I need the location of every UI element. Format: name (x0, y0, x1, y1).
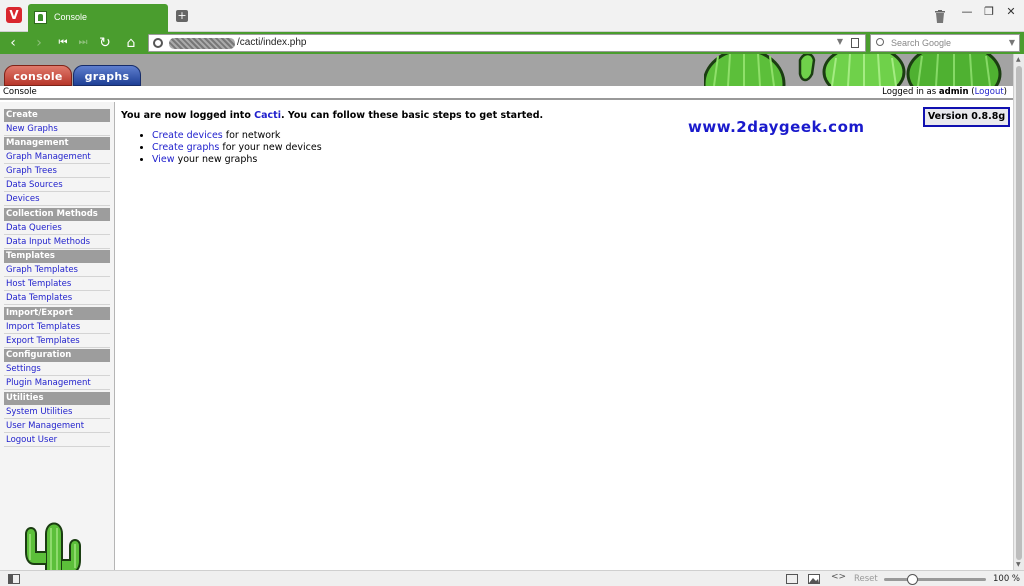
panel-toggle-icon[interactable] (8, 574, 20, 584)
fast-forward-icon[interactable]: ⏭ (74, 35, 92, 51)
url-history-dropdown-icon[interactable]: ▼ (837, 37, 843, 46)
create-devices-link[interactable]: Create devices (152, 130, 223, 141)
login-prefix: Logged in as (882, 87, 939, 97)
menu-header-management: Management (4, 137, 110, 150)
menu-item-settings[interactable]: Settings (4, 363, 110, 376)
cacti-header-art (704, 54, 1013, 86)
menu-item-user-management[interactable]: User Management (4, 420, 110, 433)
search-icon (876, 38, 884, 46)
step-text: for your new devices (219, 142, 322, 153)
scrollbar-thumb[interactable] (1016, 66, 1022, 560)
menu-item-system-utilities[interactable]: System Utilities (4, 406, 110, 419)
menu-item-graph-trees[interactable]: Graph Trees (4, 165, 110, 178)
images-toggle-icon[interactable] (808, 574, 820, 584)
back-arrow-icon[interactable]: ‹ (4, 35, 22, 51)
zoom-slider-track[interactable] (884, 578, 986, 581)
cacti-header: console graphs (0, 54, 1013, 86)
search-field[interactable]: Search Google ▼ (870, 34, 1020, 52)
browser-navbar: ‹ › ⏮ ⏭ ↻ ⌂ /cacti/index.php ▼ Search Go… (0, 32, 1024, 54)
login-username: admin (938, 87, 969, 97)
bookmark-icon[interactable] (851, 38, 859, 48)
scroll-down-arrow-icon[interactable]: ▼ (1016, 561, 1021, 568)
home-icon[interactable]: ⌂ (122, 35, 140, 51)
menu-header-create: Create (4, 109, 110, 122)
minimize-icon[interactable]: — (956, 4, 978, 20)
login-status: Logged in as admin (Logout) (882, 87, 1007, 97)
step-text: your new graphs (174, 154, 258, 165)
menu-item-data-queries[interactable]: Data Queries (4, 222, 110, 235)
version-badge: Version 0.8.8g (923, 107, 1010, 127)
browser-tab-console[interactable]: Console (28, 4, 168, 32)
page-scrollbar[interactable]: ▲ ▼ (1013, 54, 1024, 570)
menu-item-host-templates[interactable]: Host Templates (4, 278, 110, 291)
step-text: for network (222, 130, 281, 141)
logout-link[interactable]: Logout (975, 87, 1004, 97)
menu-item-graph-templates[interactable]: Graph Templates (4, 264, 110, 277)
menu-item-data-sources[interactable]: Data Sources (4, 179, 110, 192)
create-graphs-link[interactable]: Create graphs (152, 142, 219, 153)
search-placeholder: Search Google (891, 38, 952, 48)
welcome-prefix: You are now logged into (121, 110, 255, 121)
menu-item-data-templates[interactable]: Data Templates (4, 292, 110, 305)
menu-header-utilities: Utilities (4, 392, 110, 405)
view-graphs-link[interactable]: View (152, 154, 175, 165)
cacti-favicon-icon (34, 11, 47, 24)
list-item: View your new graphs (152, 154, 322, 166)
getting-started-steps: Create devices for network Create graphs… (152, 130, 322, 166)
welcome-suffix: . You can follow these basic steps to ge… (280, 110, 544, 121)
rewind-icon[interactable]: ⏮ (54, 35, 72, 51)
welcome-app-name: Cacti (254, 110, 281, 121)
browser-statusbar: <> Reset 100 % (0, 570, 1024, 586)
menu-item-data-input-methods[interactable]: Data Input Methods (4, 236, 110, 249)
menu-header-collection-methods: Collection Methods (4, 208, 110, 221)
menu-header-templates: Templates (4, 250, 110, 263)
menu-item-new-graphs[interactable]: New Graphs (4, 123, 110, 136)
menu-item-plugin-management[interactable]: Plugin Management (4, 377, 110, 390)
browser-titlebar: V Console + — ❐ ✕ (0, 0, 1024, 32)
welcome-message: You are now logged into Cacti. You can f… (121, 110, 543, 121)
new-tab-plus-icon[interactable]: + (176, 10, 188, 22)
menu-header-import-export: Import/Export (4, 307, 110, 320)
list-item: Create graphs for your new devices (152, 142, 322, 154)
zoom-reset-button[interactable]: Reset (854, 574, 878, 584)
menu-item-logout-user[interactable]: Logout User (4, 434, 110, 447)
reload-icon[interactable]: ↻ (96, 35, 114, 51)
zoom-slider-handle[interactable] (907, 574, 918, 585)
search-engine-dropdown-icon[interactable]: ▼ (1009, 38, 1015, 47)
forward-arrow-icon[interactable]: › (30, 35, 48, 51)
cacti-page: console graphs Console Logged in as admi… (0, 54, 1013, 570)
vivaldi-menu-icon[interactable]: V (6, 7, 22, 23)
menu-header-configuration: Configuration (4, 349, 110, 362)
site-watermark: www.2daygeek.com (688, 118, 865, 136)
url-path: /cacti/index.php (237, 37, 307, 48)
trash-icon[interactable] (934, 10, 946, 23)
breadcrumb: Console (3, 87, 37, 97)
redacted-host (169, 38, 235, 49)
tab-title: Console (54, 12, 88, 22)
page-actions-icon[interactable]: <> (831, 572, 846, 582)
site-info-icon[interactable] (153, 38, 163, 48)
scroll-up-arrow-icon[interactable]: ▲ (1016, 56, 1021, 63)
main-content: You are now logged into Cacti. You can f… (116, 102, 1013, 570)
menu-item-graph-management[interactable]: Graph Management (4, 151, 110, 164)
tab-console[interactable]: console (4, 65, 72, 86)
page-tiling-icon[interactable] (786, 574, 798, 584)
address-bar[interactable]: /cacti/index.php ▼ (148, 34, 866, 52)
close-window-icon[interactable]: ✕ (1000, 4, 1022, 20)
cacti-logo-cactus-icon (25, 522, 81, 570)
menu-item-export-templates[interactable]: Export Templates (4, 335, 110, 348)
list-item: Create devices for network (152, 130, 322, 142)
tab-graphs[interactable]: graphs (73, 65, 141, 86)
restore-icon[interactable]: ❐ (978, 4, 1000, 20)
menu-item-devices[interactable]: Devices (4, 193, 110, 206)
zoom-level: 100 % (993, 574, 1021, 584)
console-menu: Create New Graphs Management Graph Manag… (0, 102, 115, 570)
breadcrumb-bar: Console Logged in as admin (Logout) (0, 86, 1013, 100)
menu-item-import-templates[interactable]: Import Templates (4, 321, 110, 334)
